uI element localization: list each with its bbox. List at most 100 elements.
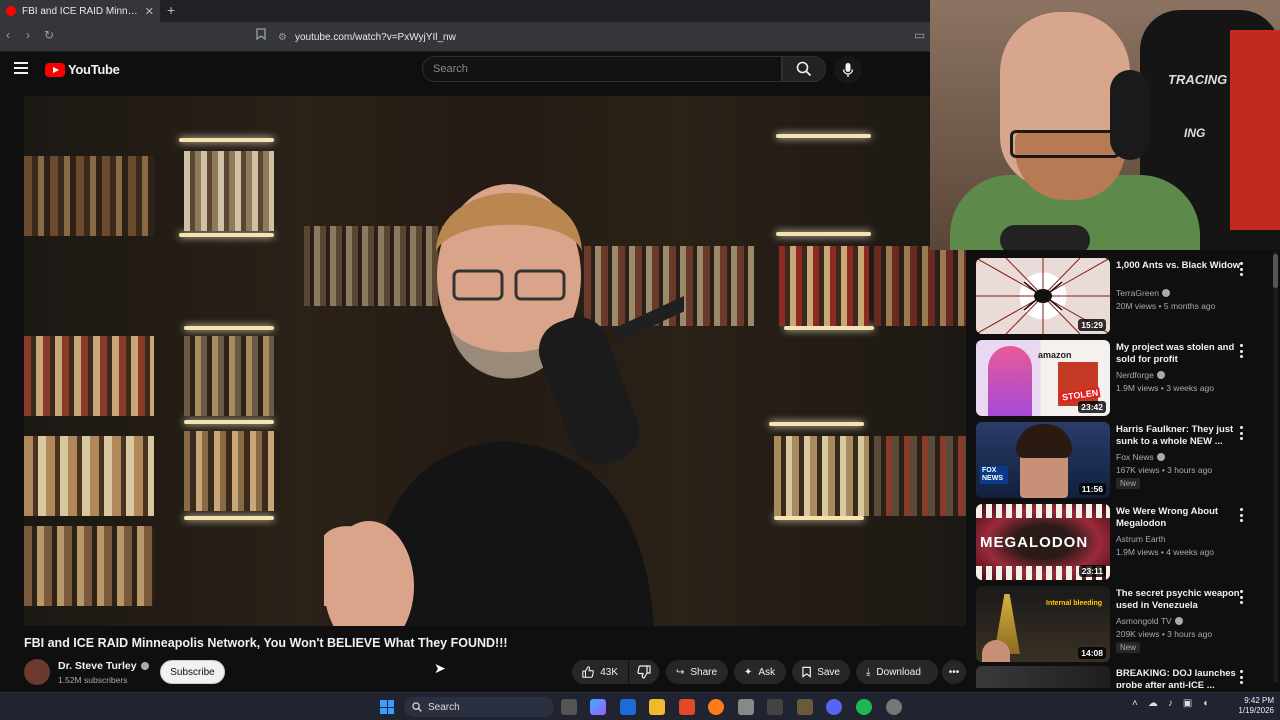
address-bar[interactable]: ⚙ youtube.com/watch?v=PxWyjYIl_nw [278, 27, 930, 47]
windows-taskbar: Search ˄ ☁ ♪ ▣ ◖ 9:42 PM 1/19/2026 [0, 692, 1280, 720]
download-icon: ⤓ [866, 666, 871, 678]
subscriber-count: 1.52M subscribers [58, 675, 128, 685]
video-title: FBI and ICE RAID Minneapolis Network, Yo… [24, 636, 508, 650]
verified-icon [140, 662, 149, 670]
channel-name[interactable]: TerraGreen [1116, 288, 1170, 298]
bookmark-icon[interactable] [256, 28, 266, 43]
clock-time: 9:42 PM [1244, 696, 1274, 705]
new-tab-button[interactable]: + [167, 2, 175, 18]
video-title[interactable]: The secret psychic weapon used in Venezu… [1116, 588, 1246, 612]
list-item[interactable]: BREAKING: DOJ launches probe after anti-… [976, 666, 1266, 688]
youtube-logo[interactable]: YouTube [45, 62, 120, 77]
list-item[interactable]: MEGALODON 23:11 We Were Wrong About Mega… [976, 504, 1266, 580]
video-title[interactable]: BREAKING: DOJ launches probe after anti-… [1116, 668, 1246, 688]
dislike-button[interactable] [629, 660, 659, 684]
menu-icon[interactable] [14, 62, 28, 74]
more-options-icon[interactable] [1238, 426, 1244, 440]
more-options-icon[interactable] [1238, 590, 1244, 604]
save-button[interactable]: Save [792, 660, 850, 684]
like-button[interactable]: 43K [572, 660, 628, 684]
copilot-icon[interactable] [590, 699, 606, 715]
streamer-microphone [1000, 225, 1090, 250]
windows-start-icon[interactable] [380, 700, 394, 714]
search-input[interactable]: Search [422, 56, 782, 82]
video-title[interactable]: We Were Wrong About Megalodon [1116, 506, 1246, 530]
spotify-icon[interactable] [856, 699, 872, 715]
channel-name[interactable]: Asmongold TV [1116, 616, 1183, 626]
video-duration: 23:11 [1078, 565, 1106, 577]
reload-icon[interactable]: ↻ [44, 28, 54, 42]
list-item[interactable]: 15:29 1,000 Ants vs. Black Widow TerraGr… [976, 258, 1266, 334]
task-view-icon[interactable] [561, 699, 577, 715]
avatar[interactable] [24, 659, 50, 685]
list-item[interactable]: FOX NEWS 11:56 Harris Faulkner: They jus… [976, 422, 1266, 498]
close-tab-icon[interactable]: ✕ [145, 5, 154, 18]
cast-icon[interactable]: ▭ [914, 28, 925, 42]
more-options-icon[interactable] [1238, 670, 1244, 684]
video-thumbnail[interactable]: amazon STOLEN 23:42 [976, 340, 1110, 416]
channel-name[interactable]: Astrum Earth [1116, 534, 1166, 544]
voice-search-button[interactable] [834, 56, 862, 84]
subscribe-button[interactable]: Subscribe [160, 660, 225, 684]
channel-name-text: Nerdforge [1116, 370, 1154, 380]
microphone-icon[interactable]: ♪ [1168, 698, 1173, 709]
video-player[interactable] [24, 96, 966, 626]
more-options-icon[interactable] [1238, 262, 1244, 276]
video-thumbnail[interactable]: FOX NEWS 11:56 [976, 422, 1110, 498]
network-icon[interactable]: ▣ [1183, 698, 1192, 709]
video-duration: 14:08 [1078, 647, 1106, 659]
shelf-light [776, 134, 871, 138]
bookshelf [874, 436, 966, 516]
firefox-icon[interactable] [708, 699, 724, 715]
channel-name-text: Fox News [1116, 452, 1154, 462]
more-options-icon[interactable] [1238, 344, 1244, 358]
forward-icon[interactable]: › [26, 28, 30, 42]
file-explorer-icon[interactable] [649, 699, 665, 715]
channel-name[interactable]: Nerdforge [1116, 370, 1165, 380]
bookshelf [874, 246, 966, 326]
scrollbar-thumb[interactable] [1273, 254, 1278, 288]
ask-button[interactable]: ✦ Ask [734, 660, 786, 684]
volume-icon[interactable]: ◖ [1202, 698, 1208, 709]
verified-icon [1174, 617, 1183, 625]
recommendations-sidebar: 15:29 1,000 Ants vs. Black Widow TerraGr… [976, 258, 1266, 688]
back-icon[interactable]: ‹ [6, 28, 10, 42]
download-button[interactable]: ⤓ Download [856, 660, 938, 684]
discord-icon[interactable] [826, 699, 842, 715]
channel-name[interactable]: Fox News [1116, 452, 1165, 462]
outlook-icon[interactable] [620, 699, 636, 715]
settings-icon[interactable] [886, 699, 902, 715]
thumbnail-person [982, 640, 1010, 662]
chevron-up-icon[interactable]: ˄ [1132, 698, 1138, 709]
video-title[interactable]: My project was stolen and sold for profi… [1116, 342, 1246, 366]
share-button[interactable]: ↪ Share [666, 660, 728, 684]
brave-browser-icon[interactable] [679, 699, 695, 715]
search-button[interactable] [782, 56, 826, 82]
video-thumbnail[interactable] [976, 666, 1110, 688]
video-title[interactable]: 1,000 Ants vs. Black Widow [1116, 260, 1246, 272]
more-actions-button[interactable]: ••• [942, 660, 966, 684]
chair-brand-text: ING [1184, 126, 1206, 140]
video-title[interactable]: Harris Faulkner: They just sunk to a who… [1116, 424, 1246, 448]
sidebar-scrollbar[interactable] [1273, 252, 1278, 682]
list-item[interactable]: amazon STOLEN 23:42 My project was stole… [976, 340, 1266, 416]
presenter-figure [324, 184, 684, 626]
channel-name-text: Asmongold TV [1116, 616, 1172, 626]
cloud-icon[interactable]: ☁ [1148, 698, 1158, 709]
store-icon[interactable] [767, 699, 783, 715]
app-icon[interactable] [797, 699, 813, 715]
video-thumbnail[interactable]: 15:29 [976, 258, 1110, 334]
taskbar-search[interactable]: Search [404, 697, 554, 717]
video-thumbnail[interactable]: Internal bleeding 14:08 [976, 586, 1110, 662]
video-thumbnail[interactable]: MEGALODON 23:11 [976, 504, 1110, 580]
more-options-icon[interactable] [1238, 508, 1244, 522]
youtube-favicon-icon [6, 6, 16, 16]
list-item[interactable]: Internal bleeding 14:08 The secret psych… [976, 586, 1266, 662]
app-icon[interactable] [738, 699, 754, 715]
video-meta: 1.9M views • 4 weeks ago [1116, 547, 1214, 557]
mouse-cursor-icon: ➤ [434, 660, 446, 676]
browser-tab[interactable]: FBI and ICE RAID Minneapolis N ✕ [0, 0, 160, 22]
site-info-icon[interactable]: ⚙ [278, 32, 287, 43]
taskbar-clock[interactable]: 9:42 PM 1/19/2026 [1224, 696, 1274, 716]
channel-name[interactable]: Dr. Steve Turley [58, 660, 149, 672]
